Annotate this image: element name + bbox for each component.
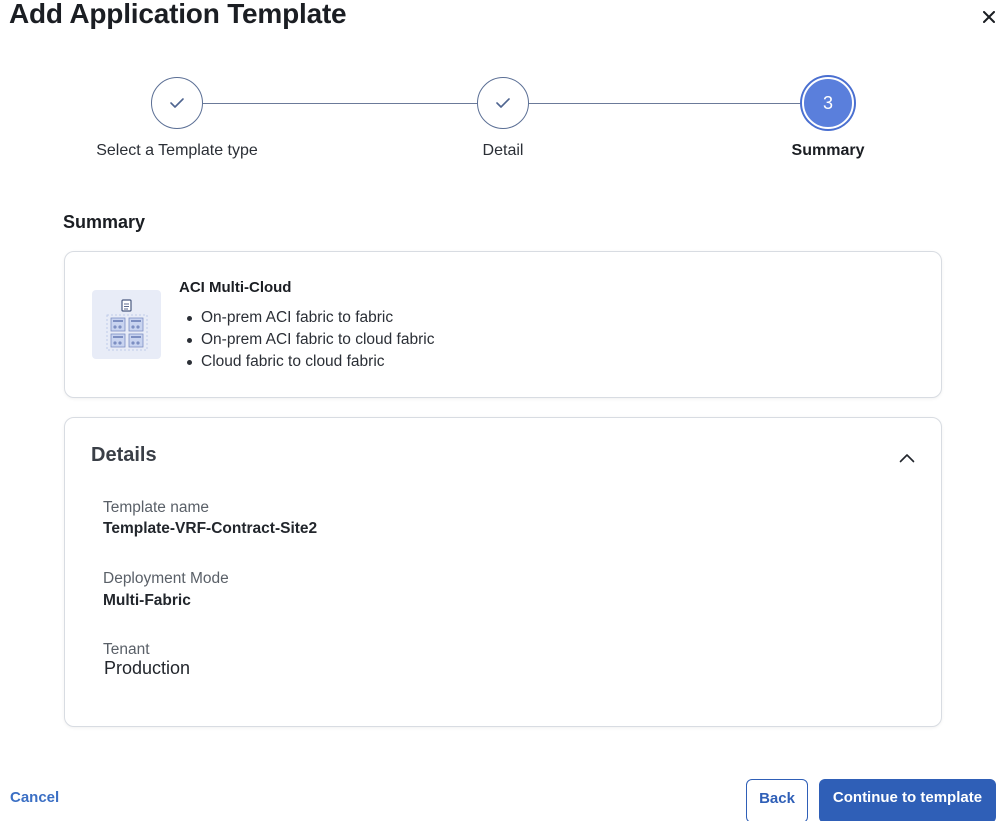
template-summary-card: ACI Multi-Cloud On-prem ACI fabric to fa… [64, 251, 942, 398]
details-title: Details [91, 444, 157, 466]
continue-to-template-button[interactable]: Continue to template [819, 779, 996, 821]
step-1-indicator[interactable] [151, 77, 203, 129]
template-thumbnail [92, 290, 161, 359]
deployment-mode-value: Multi-Fabric [103, 592, 191, 609]
step-2-indicator[interactable] [477, 77, 529, 129]
step-3-label: Summary [791, 142, 865, 159]
chevron-up-icon [899, 454, 915, 463]
list-item: On-prem ACI fabric to fabric [187, 307, 434, 329]
template-type-name: ACI Multi-Cloud [179, 279, 292, 296]
checkmark-icon [496, 98, 510, 108]
list-item: Cloud fabric to cloud fabric [187, 351, 434, 373]
back-button[interactable]: Back [746, 779, 808, 821]
details-card: Details Template name Template-VRF-Contr… [64, 417, 942, 727]
collapse-details-button[interactable] [897, 448, 917, 468]
deployment-mode-label: Deployment Mode [103, 570, 229, 587]
step-connector [529, 103, 802, 104]
step-number: 3 [822, 92, 833, 113]
wizard-stepper: 3 Select a Template type Detail Summary [0, 0, 999, 170]
add-application-template-dialog: Add Application Template 3 Select a Temp… [0, 0, 999, 821]
cancel-button[interactable]: Cancel [10, 789, 59, 806]
step-connector [203, 103, 477, 104]
step-3-indicator: 3 [802, 77, 854, 129]
template-diagram-icon [106, 298, 147, 350]
template-name-value: Template-VRF-Contract-Site2 [103, 520, 318, 537]
step-1-label: Select a Template type [96, 142, 258, 159]
checkmark-icon [170, 98, 184, 108]
list-item: On-prem ACI fabric to cloud fabric [187, 329, 434, 351]
template-name-label: Template name [103, 499, 209, 516]
tenant-value: Production [104, 658, 191, 678]
step-2-label: Detail [482, 142, 524, 159]
summary-section-title: Summary [63, 212, 146, 232]
tenant-label: Tenant [103, 641, 150, 658]
template-feature-list: On-prem ACI fabric to fabric On-prem ACI… [187, 307, 434, 373]
